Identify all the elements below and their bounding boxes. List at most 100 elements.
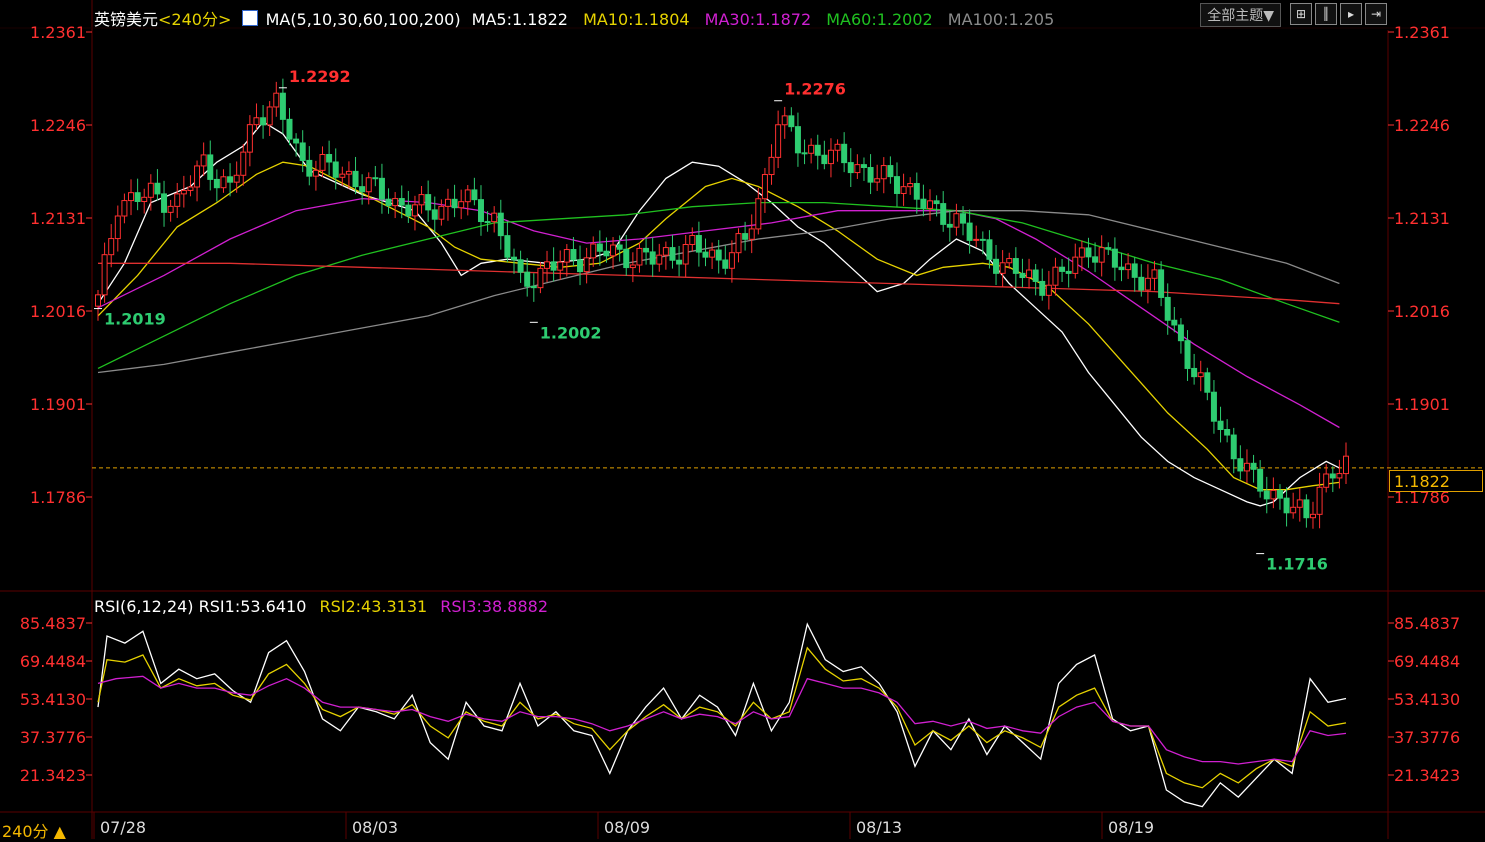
candle[interactable] (1012, 247, 1019, 288)
candle[interactable] (814, 134, 821, 170)
candle[interactable] (689, 227, 696, 252)
candle[interactable] (1290, 492, 1297, 519)
candle[interactable] (220, 169, 227, 193)
candle[interactable] (728, 240, 735, 283)
candle[interactable] (722, 245, 729, 275)
candle[interactable] (1230, 427, 1237, 474)
candle[interactable] (623, 234, 630, 276)
candle[interactable] (583, 247, 590, 284)
candle[interactable] (755, 187, 762, 235)
candle[interactable] (1270, 477, 1277, 509)
candle[interactable] (491, 206, 498, 233)
candle[interactable] (1125, 253, 1132, 279)
candle[interactable] (695, 221, 702, 267)
candle[interactable] (451, 184, 458, 218)
candle[interactable] (788, 107, 795, 132)
candle[interactable] (1131, 257, 1138, 292)
candle[interactable] (854, 154, 861, 179)
candle[interactable] (590, 236, 597, 267)
candle[interactable] (1237, 445, 1244, 480)
candle[interactable] (847, 148, 854, 187)
candle[interactable] (1210, 380, 1217, 434)
candle[interactable] (827, 138, 834, 178)
candle[interactable] (1224, 419, 1231, 443)
candle[interactable] (1098, 235, 1105, 277)
candle[interactable] (1329, 466, 1336, 493)
candle[interactable] (841, 132, 848, 173)
candle[interactable] (517, 250, 524, 283)
candle[interactable] (993, 244, 1000, 286)
candle[interactable] (1052, 257, 1059, 296)
candle[interactable] (1303, 494, 1310, 528)
candle[interactable] (266, 101, 273, 137)
candle[interactable] (1019, 258, 1026, 288)
candle[interactable] (167, 199, 174, 222)
candle[interactable] (464, 185, 471, 216)
candle[interactable] (260, 105, 267, 139)
candle[interactable] (808, 138, 815, 164)
candle[interactable] (768, 144, 775, 185)
candle[interactable] (550, 247, 557, 282)
candle[interactable] (273, 81, 280, 117)
candle[interactable] (286, 108, 293, 146)
candle[interactable] (101, 242, 108, 303)
candle[interactable] (907, 177, 914, 195)
candle[interactable] (161, 180, 168, 227)
candle[interactable] (1250, 454, 1257, 483)
candle[interactable] (563, 244, 570, 277)
candle[interactable] (893, 162, 900, 207)
candle[interactable] (1336, 459, 1343, 489)
candle[interactable] (748, 214, 755, 254)
candle[interactable] (715, 239, 722, 274)
candle[interactable] (1343, 442, 1349, 485)
candle[interactable] (1072, 243, 1079, 279)
candle[interactable] (537, 261, 544, 294)
candle[interactable] (372, 165, 379, 187)
candle[interactable] (194, 160, 201, 202)
candle[interactable] (1105, 242, 1112, 256)
candle[interactable] (860, 157, 867, 181)
candle[interactable] (596, 230, 603, 266)
candle[interactable] (1177, 318, 1184, 354)
candle[interactable] (1204, 367, 1211, 401)
candle[interactable] (1059, 259, 1066, 282)
columns-layout-icon[interactable]: ║ (1315, 3, 1337, 25)
candle[interactable] (1111, 237, 1118, 281)
candle[interactable] (1158, 261, 1165, 307)
candle[interactable] (570, 237, 577, 267)
candle[interactable] (511, 248, 517, 274)
candle[interactable] (345, 161, 352, 189)
candle[interactable] (867, 154, 874, 195)
candle[interactable] (114, 205, 121, 252)
candle[interactable] (801, 139, 808, 165)
period-footer-button[interactable]: 240分 ▲ (2, 818, 66, 842)
candle[interactable] (326, 140, 333, 176)
candle[interactable] (920, 184, 927, 217)
candle[interactable] (504, 221, 511, 263)
candle[interactable] (966, 209, 973, 254)
forward-icon[interactable]: ⇥ (1365, 3, 1387, 25)
candle[interactable] (1217, 406, 1224, 443)
candle[interactable] (1309, 501, 1316, 529)
candle[interactable] (233, 161, 240, 193)
candle[interactable] (662, 241, 669, 270)
candle[interactable] (1296, 488, 1303, 522)
candle[interactable] (385, 188, 392, 214)
candle[interactable] (530, 273, 537, 302)
candlestick-layer[interactable] (95, 78, 1349, 529)
candle[interactable] (477, 185, 484, 236)
candle[interactable] (154, 169, 161, 201)
candle[interactable] (999, 250, 1006, 287)
candle[interactable] (240, 144, 247, 186)
candle[interactable] (1263, 476, 1270, 514)
candle[interactable] (794, 112, 801, 167)
candle[interactable] (669, 234, 676, 269)
chart-canvas[interactable]: 1.2361 1.2361 1.2246 1.2246 1.2131 1.2131 1.20… (0, 0, 1485, 839)
candle[interactable] (425, 180, 432, 222)
candle[interactable] (1144, 264, 1151, 304)
candle[interactable] (946, 209, 953, 242)
candle[interactable] (95, 289, 101, 321)
candle[interactable] (141, 188, 148, 214)
candle[interactable] (444, 188, 451, 221)
candle[interactable] (200, 142, 207, 176)
